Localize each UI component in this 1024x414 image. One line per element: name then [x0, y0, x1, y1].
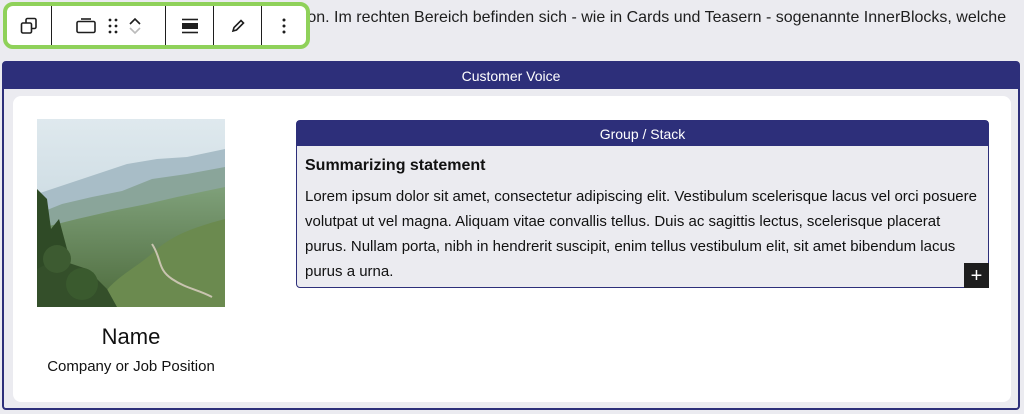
edit-icon: [231, 18, 245, 32]
block-toolbar: [3, 2, 310, 49]
customer-voice-title: Customer Voice: [4, 63, 1018, 89]
duplicate-icon: [20, 17, 37, 34]
testimonial-text[interactable]: Lorem ipsum dolor sit amet, consectetur …: [305, 184, 977, 284]
move-up-icon: [128, 17, 141, 25]
group-stack-block[interactable]: Group / Stack Summarizing statement Lore…: [296, 120, 989, 288]
customer-voice-card: Name Company or Job Position Group / Sta…: [13, 96, 1011, 402]
edit-button[interactable]: [230, 18, 246, 34]
block-type-button[interactable]: [75, 17, 96, 34]
person-name[interactable]: Name: [13, 324, 249, 350]
align-button[interactable]: [181, 18, 199, 34]
align-icon: [181, 18, 198, 33]
paragraph-line-1: rson. Im rechten Bereich befinden sich -…: [294, 9, 1007, 26]
drag-handle-icon: [108, 18, 117, 33]
duplicate-button[interactable]: [20, 17, 38, 35]
person-position[interactable]: Company or Job Position: [13, 358, 249, 375]
person-image[interactable]: [37, 119, 225, 307]
more-options-button[interactable]: [281, 18, 287, 34]
group-stack-title: Group / Stack: [297, 121, 988, 146]
more-options-icon: [282, 18, 286, 33]
move-down-icon: [128, 26, 141, 34]
move-down-button[interactable]: [128, 26, 142, 36]
summarizing-statement[interactable]: Summarizing statement: [305, 157, 485, 175]
add-block-button[interactable]: +: [964, 263, 989, 288]
landscape-image: [37, 119, 225, 307]
block-type-icon: [75, 17, 96, 33]
plus-icon: +: [970, 264, 983, 287]
customer-voice-block[interactable]: Customer Voice Name Company or Job Posit…: [2, 61, 1020, 410]
drag-handle[interactable]: [108, 18, 118, 34]
move-up-button[interactable]: [128, 16, 142, 26]
